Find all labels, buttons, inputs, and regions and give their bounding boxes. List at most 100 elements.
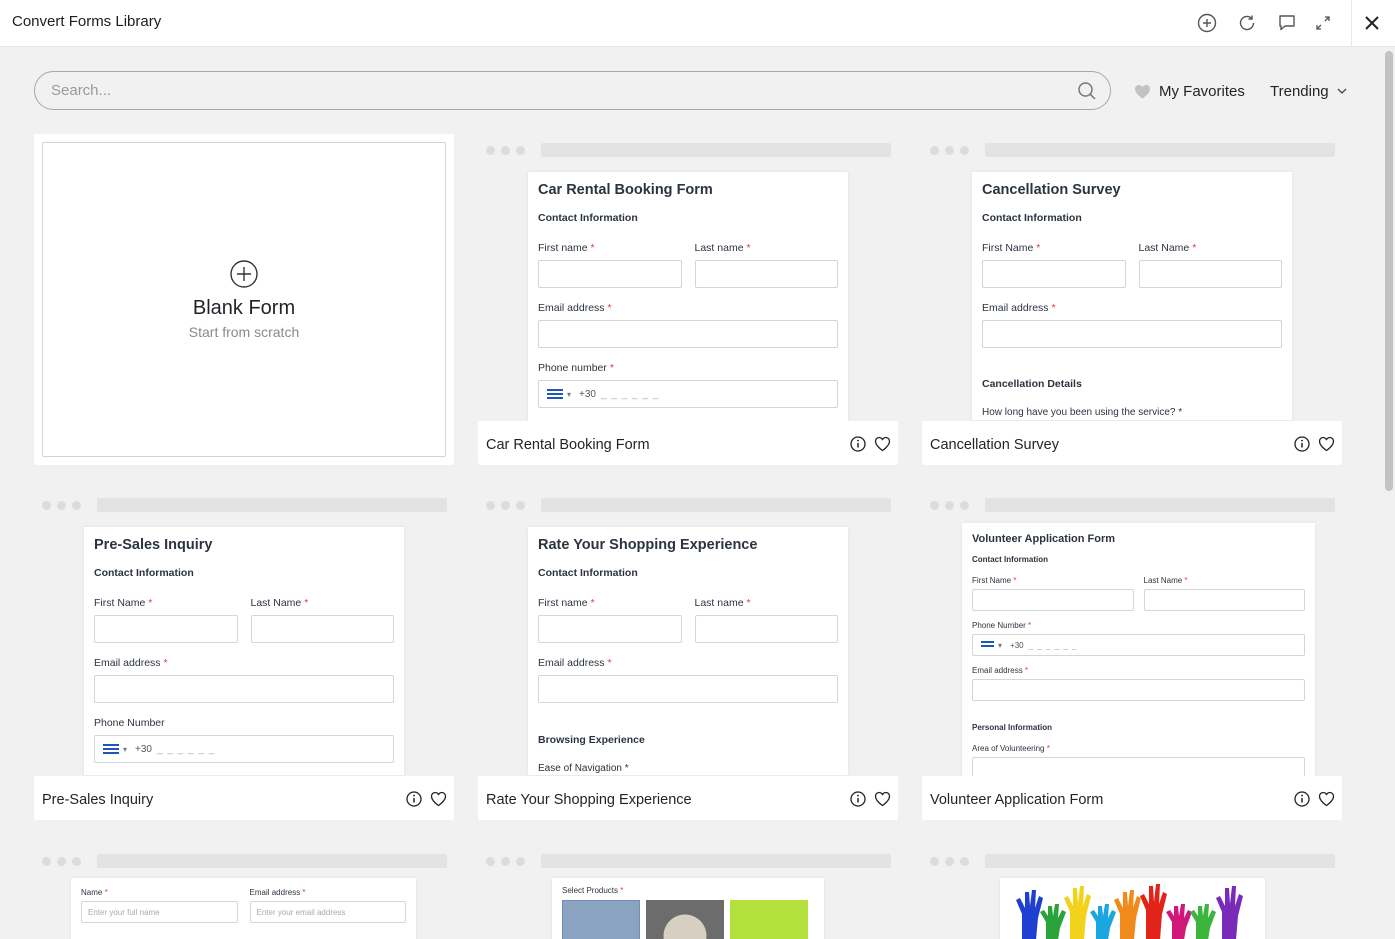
- blank-form-card[interactable]: Blank Form Start from scratch: [34, 134, 454, 465]
- template-name: Cancellation Survey: [930, 437, 1059, 453]
- template-card-cancellation-survey[interactable]: Cancellation Survey Contact Information …: [922, 134, 1342, 465]
- title-bar: Convert Forms Library: [0, 0, 1395, 47]
- template-card-rate-shopping-experience[interactable]: Rate Your Shopping Experience Contact In…: [478, 489, 898, 820]
- field-input: [538, 675, 838, 703]
- search-input[interactable]: [51, 72, 1061, 109]
- template-card-pre-sales-inquiry[interactable]: Pre-Sales Inquiry Contact Information Fi…: [34, 489, 454, 820]
- scrollbar-thumb[interactable]: [1385, 51, 1393, 491]
- comment-icon[interactable]: [1275, 11, 1299, 35]
- chevron-down-icon: [1337, 88, 1347, 94]
- heart-icon[interactable]: [874, 436, 891, 452]
- card-footer: Rate Your Shopping Experience: [478, 776, 898, 820]
- card-footer: Pre-Sales Inquiry: [34, 776, 454, 820]
- field-input: [1138, 260, 1282, 288]
- template-preview[interactable]: Name * Enter your full name Email address…: [34, 845, 454, 939]
- field-label: First name *: [538, 597, 595, 609]
- template-preview[interactable]: Cancellation Survey Contact Information …: [922, 134, 1342, 421]
- preview-form: Cancellation Survey Contact Information …: [972, 172, 1292, 420]
- heart-icon[interactable]: [430, 791, 447, 807]
- info-icon[interactable]: [1294, 791, 1310, 807]
- preview-form: Rate Your Shopping Experience Contact In…: [528, 527, 848, 775]
- info-icon[interactable]: [850, 436, 866, 452]
- field-input: Enter your full name: [81, 901, 238, 923]
- template-card-volunteer-application[interactable]: Volunteer Application Form Contact Infor…: [922, 489, 1342, 820]
- raised-hands-image: [1016, 884, 1243, 939]
- plus-circle-icon: [230, 260, 258, 288]
- heart-icon[interactable]: [1318, 791, 1335, 807]
- preview-form: [1000, 878, 1265, 939]
- window-dots: [930, 146, 969, 155]
- field-input: [538, 260, 682, 288]
- template-card-car-rental[interactable]: Car Rental Booking Form Contact Informat…: [478, 134, 898, 465]
- title-separator: [1351, 0, 1352, 47]
- heart-icon[interactable]: [874, 791, 891, 807]
- field-label: Area of Volunteering *: [972, 744, 1050, 753]
- product-image: [646, 900, 724, 939]
- info-icon[interactable]: [850, 791, 866, 807]
- form-subsection: Cancellation Details: [982, 378, 1082, 390]
- field-label: Last name *: [694, 242, 751, 254]
- template-preview[interactable]: Volunteer Application Form Contact Infor…: [922, 489, 1342, 776]
- field-label: Email address *: [972, 666, 1029, 675]
- field-input: [694, 260, 838, 288]
- info-icon[interactable]: [406, 791, 422, 807]
- field-label: Phone number *: [538, 362, 614, 374]
- template-name: Car Rental Booking Form: [486, 437, 650, 453]
- field-input: [982, 320, 1282, 348]
- window-dots: [486, 501, 525, 510]
- field-label: Email address *: [538, 657, 612, 669]
- form-title: Cancellation Survey: [982, 182, 1121, 198]
- field-label: Last Name *: [250, 597, 309, 609]
- my-favorites-button[interactable]: My Favorites: [1134, 80, 1245, 102]
- template-card-products[interactable]: Select Products *: [478, 845, 898, 939]
- template-preview[interactable]: Pre-Sales Inquiry Contact Information Fi…: [34, 489, 454, 776]
- scrollbar[interactable]: [1382, 47, 1395, 939]
- preview-form: Select Products *: [552, 878, 824, 939]
- template-preview[interactable]: Select Products *: [478, 845, 898, 939]
- search-icon[interactable]: [1077, 81, 1097, 101]
- window-dots: [42, 857, 81, 866]
- field-label: First Name *: [94, 597, 153, 609]
- field-label: Name *: [81, 888, 108, 897]
- form-subsection: Browsing Experience: [538, 734, 645, 746]
- field-label: Last Name *: [1138, 242, 1197, 254]
- template-preview[interactable]: [922, 845, 1342, 939]
- refresh-icon[interactable]: [1235, 11, 1259, 35]
- window-dots: [930, 501, 969, 510]
- field-input: [250, 615, 394, 643]
- search-box[interactable]: [34, 71, 1111, 110]
- field-label: First Name *: [982, 242, 1041, 254]
- expand-icon[interactable]: [1311, 11, 1335, 35]
- window-dots: [42, 501, 81, 510]
- field-input: [94, 615, 238, 643]
- card-footer: Car Rental Booking Form: [478, 421, 898, 465]
- field-input: [1143, 589, 1305, 611]
- field-label: Email address *: [249, 888, 306, 897]
- template-card-contact[interactable]: Name * Enter your full name Email address…: [34, 845, 454, 939]
- template-preview[interactable]: Rate Your Shopping Experience Contact In…: [478, 489, 898, 776]
- template-name: Volunteer Application Form: [930, 792, 1104, 808]
- window-dots: [930, 857, 969, 866]
- field-label: Email address *: [982, 302, 1056, 314]
- greece-flag-icon: [103, 744, 119, 754]
- template-preview[interactable]: Car Rental Booking Form Contact Informat…: [478, 134, 898, 421]
- field-input: [694, 615, 838, 643]
- blank-form-button[interactable]: Blank Form Start from scratch: [42, 142, 446, 457]
- form-section: Contact Information: [94, 567, 194, 579]
- greece-flag-icon: [981, 641, 994, 649]
- preview-url-bar: [97, 498, 447, 512]
- info-icon[interactable]: [1294, 436, 1310, 452]
- form-section: Contact Information: [538, 567, 638, 579]
- add-icon[interactable]: [1195, 11, 1219, 35]
- template-name: Rate Your Shopping Experience: [486, 792, 692, 808]
- close-icon[interactable]: [1360, 11, 1384, 35]
- heart-icon[interactable]: [1318, 436, 1335, 452]
- chevron-down-icon: ▾: [567, 389, 572, 399]
- chevron-down-icon: ▾: [123, 744, 128, 754]
- template-card-volunteer-hands[interactable]: [922, 845, 1342, 939]
- window-dots: [486, 146, 525, 155]
- field-input: [94, 675, 394, 703]
- my-favorites-label: My Favorites: [1159, 82, 1245, 100]
- field-input: [972, 679, 1305, 701]
- sort-dropdown[interactable]: Trending: [1270, 80, 1347, 102]
